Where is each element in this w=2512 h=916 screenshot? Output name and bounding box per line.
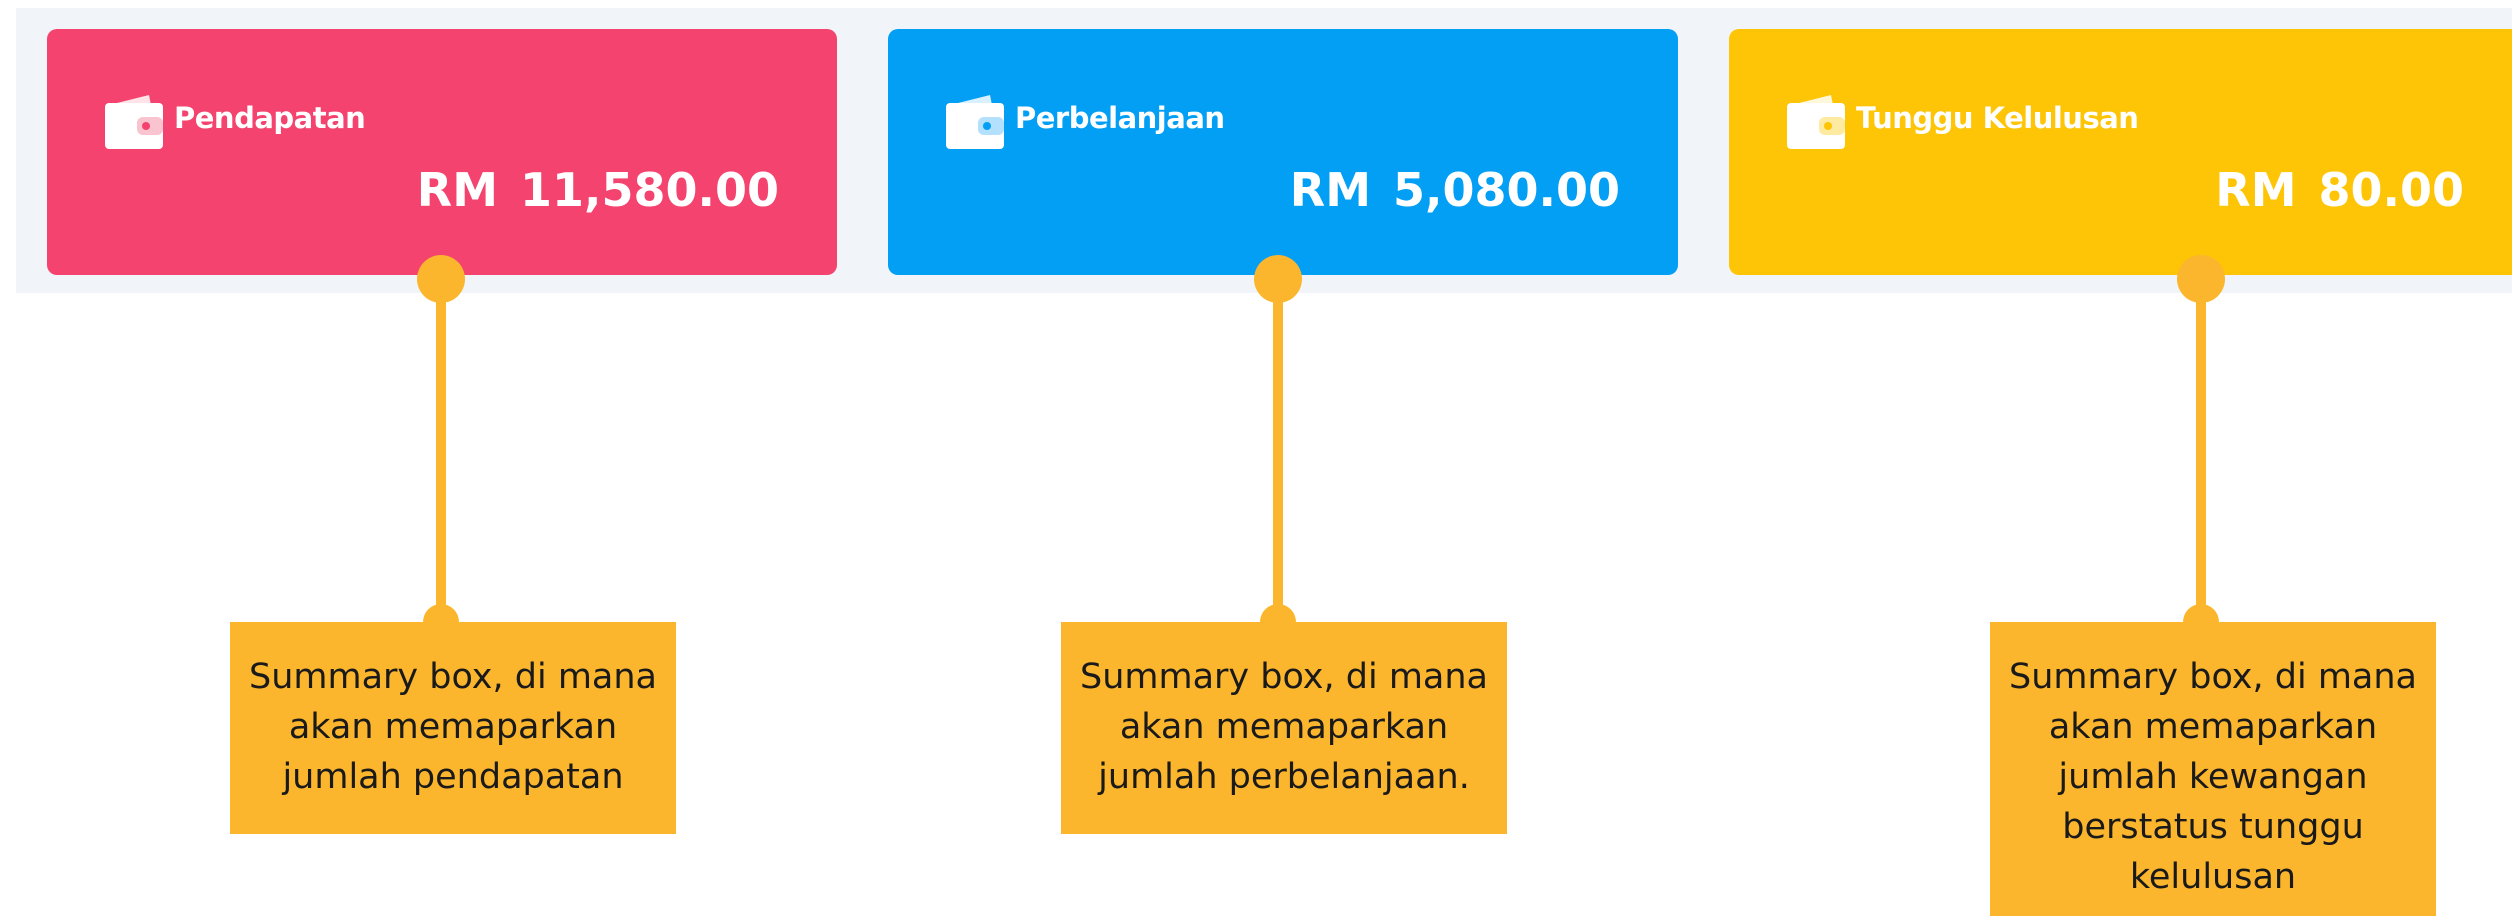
- amount-value: 5,080.00: [1393, 163, 1620, 217]
- note-line: jumlah perbelanjaan.: [1098, 757, 1470, 797]
- note-line: akan memaparkan: [2048, 707, 2378, 747]
- currency-label: RM: [1289, 163, 1371, 217]
- note-line: Summary box, di mana: [2008, 657, 2418, 697]
- annotation-note: Summary box, di mana akan memaparkan jum…: [230, 622, 676, 834]
- card-amount: RM 11,580.00: [417, 163, 779, 217]
- note-line: akan memaparkan: [1119, 707, 1449, 747]
- note-line: Summary box, di mana: [1079, 657, 1489, 697]
- annotation-connector: [1273, 280, 1283, 622]
- amount-value: 80.00: [2318, 163, 2464, 217]
- annotation-connector: [436, 280, 446, 622]
- summary-card-tunggu-kelulusan[interactable]: Tunggu Kelulusan RM 80.00: [1729, 29, 2512, 275]
- currency-label: RM: [416, 163, 498, 217]
- note-line: berstatus tunggu: [2062, 807, 2364, 847]
- wallet-icon: [1787, 95, 1845, 149]
- note-line: jumlah kewangan: [2058, 757, 2368, 797]
- note-line: Summary box, di mana: [248, 657, 658, 697]
- card-amount: RM 80.00: [2215, 163, 2464, 217]
- wallet-icon: [946, 95, 1004, 149]
- note-line: kelulusan: [2129, 857, 2297, 897]
- card-title: Perbelanjaan: [1015, 101, 1225, 135]
- note-line: jumlah pendapatan: [282, 757, 624, 797]
- amount-value: 11,580.00: [520, 163, 779, 217]
- card-title: Tunggu Kelulusan: [1856, 101, 2139, 135]
- annotation-note: Summary box, di mana akan memaparkan jum…: [1990, 622, 2436, 916]
- currency-label: RM: [2215, 163, 2297, 217]
- note-line: akan memaparkan: [288, 707, 618, 747]
- card-amount: RM 5,080.00: [1290, 163, 1620, 217]
- card-title: Pendapatan: [174, 101, 366, 135]
- wallet-icon: [105, 95, 163, 149]
- annotation-connector: [2196, 280, 2206, 622]
- summary-card-pendapatan[interactable]: Pendapatan RM 11,580.00: [47, 29, 837, 275]
- summary-card-perbelanjaan[interactable]: Perbelanjaan RM 5,080.00: [888, 29, 1678, 275]
- annotation-note: Summary box, di mana akan memaparkan jum…: [1061, 622, 1507, 834]
